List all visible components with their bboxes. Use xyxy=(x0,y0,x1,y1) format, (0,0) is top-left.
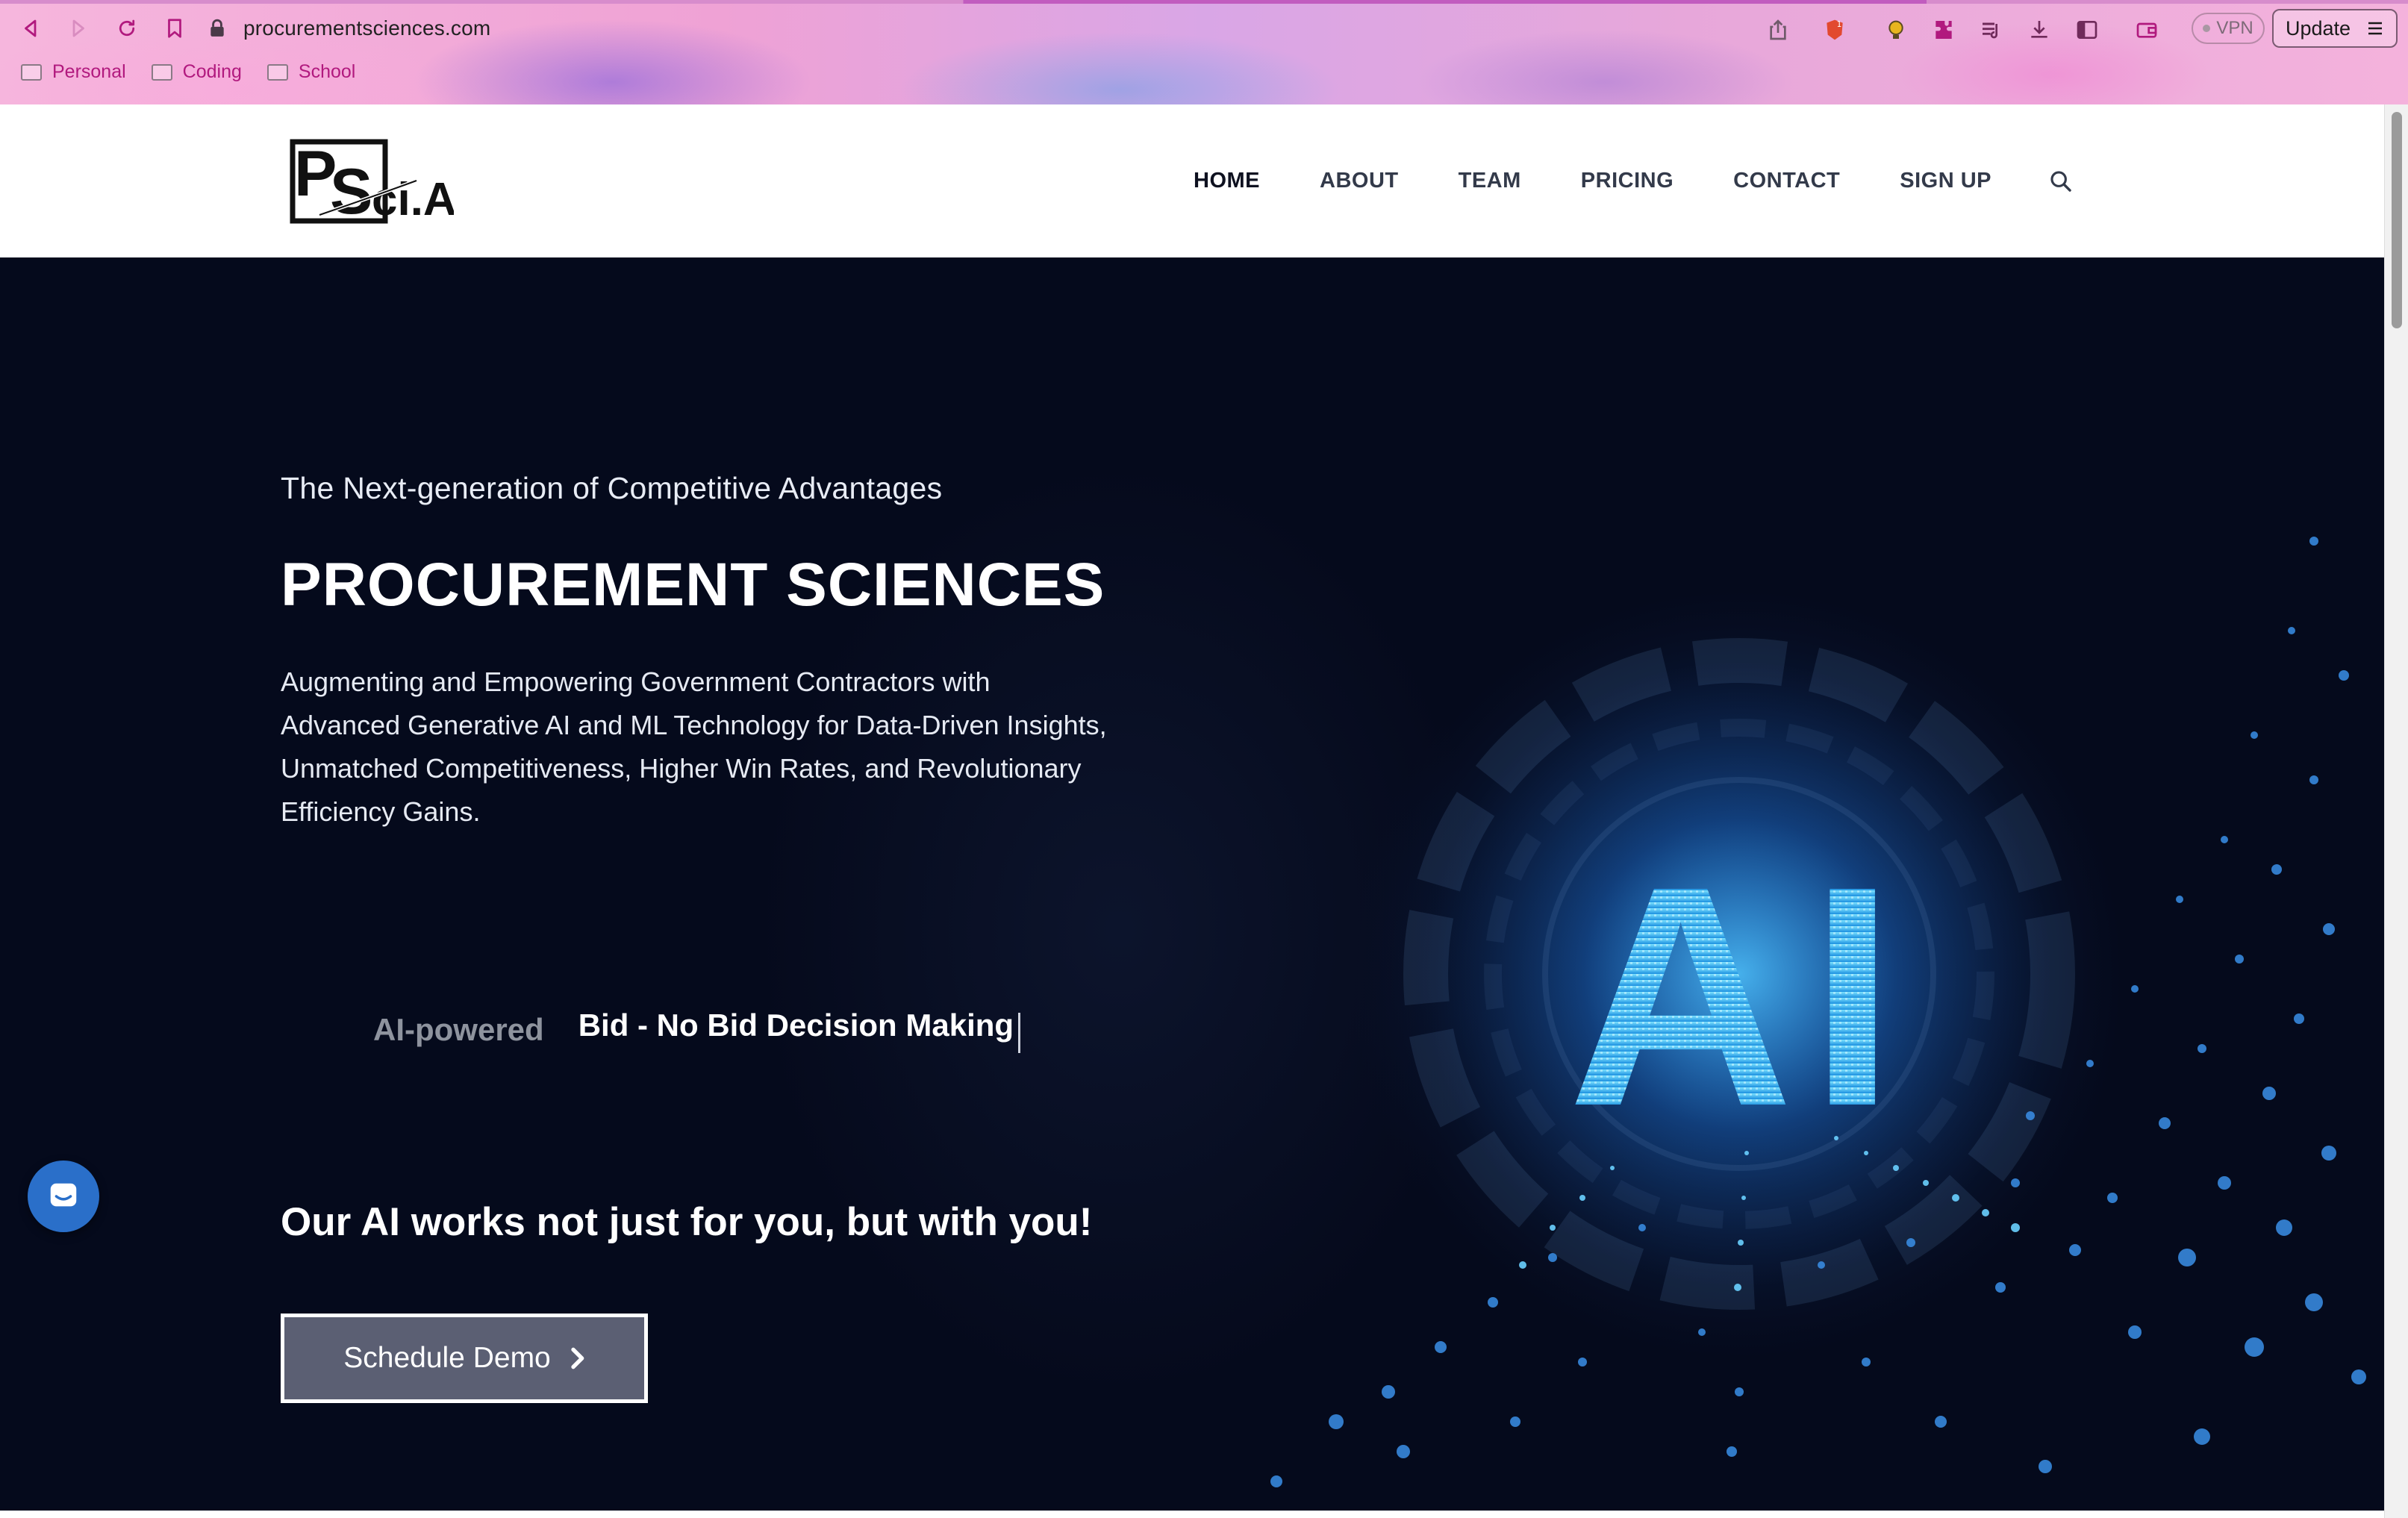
nav-pricing[interactable]: PRICING xyxy=(1581,169,1674,193)
chat-icon xyxy=(50,1183,77,1207)
url-text[interactable]: procurementsciences.com xyxy=(243,16,490,40)
hero-description-line: Unmatched Competitiveness, Higher Win Ra… xyxy=(281,753,1082,784)
svg-text:1: 1 xyxy=(1837,19,1842,29)
tab-strip xyxy=(0,0,2408,4)
update-label: Update xyxy=(2286,16,2351,40)
share-icon[interactable] xyxy=(1763,15,1793,45)
hero-eyebrow: The Next-generation of Competitive Advan… xyxy=(281,471,943,505)
nav-home[interactable]: HOME xyxy=(1194,169,1260,193)
ai-hero-illustration: AI xyxy=(1270,537,2366,1487)
back-icon[interactable] xyxy=(16,13,46,43)
brave-shield-icon[interactable]: 1 xyxy=(1820,15,1850,45)
hero-tagline: Our AI works not just for you, but with … xyxy=(281,1200,1093,1244)
lock-icon xyxy=(209,17,228,40)
lightbulb-icon[interactable] xyxy=(1881,15,1911,45)
nav-about[interactable]: ABOUT xyxy=(1320,169,1399,193)
schedule-demo-label: Schedule Demo xyxy=(343,1342,551,1374)
typed-feature: Bid - No Bid Decision Making xyxy=(578,1008,1021,1053)
hero-description-line: Augmenting and Empowering Government Con… xyxy=(281,666,991,697)
typed-text: Bid - No Bid Decision Making xyxy=(578,1008,1014,1043)
playlist-icon[interactable] xyxy=(1977,15,2006,45)
svg-text:S: S xyxy=(330,156,372,227)
forward-icon[interactable] xyxy=(63,13,93,43)
search-icon[interactable] xyxy=(2048,169,2074,194)
extensions-icon[interactable] xyxy=(1929,15,1959,45)
update-button[interactable]: Update xyxy=(2272,9,2398,48)
nav-sign-up[interactable]: SIGN UP xyxy=(1900,169,1991,193)
page-edge xyxy=(0,1511,2384,1518)
hero-description-line: Efficiency Gains. xyxy=(281,796,481,827)
site-header: P S ci.AI HOME ABOUT TEAM PRICING CONTAC… xyxy=(0,104,2384,257)
bookmark-label: Personal xyxy=(52,61,126,82)
hero-description: Augmenting and Empowering Government Con… xyxy=(281,660,1191,834)
psci-logo[interactable]: P S ci.AI xyxy=(290,137,470,228)
typed-feature-row: AI-powered Bid - No Bid Decision Making xyxy=(373,1008,1021,1053)
reload-icon[interactable] xyxy=(112,13,142,43)
folder-icon xyxy=(21,63,42,81)
page-scrollbar[interactable] xyxy=(2384,104,2408,1518)
vpn-label: VPN xyxy=(2216,18,2253,38)
sidebar-icon[interactable] xyxy=(2072,15,2102,45)
bookmark-school[interactable]: School xyxy=(266,61,356,83)
vpn-toggle[interactable]: VPN xyxy=(2192,13,2265,44)
hero-description-line: Advanced Generative AI and ML Technology… xyxy=(281,710,1107,740)
address-bar[interactable]: procurementsciences.com xyxy=(209,7,2150,49)
vpn-status-dot xyxy=(2203,25,2211,32)
folder-icon xyxy=(151,63,172,81)
schedule-demo-button[interactable]: Schedule Demo xyxy=(281,1314,648,1403)
hero-title: PROCUREMENT SCIENCES xyxy=(281,551,1105,619)
bookmark-label: Coding xyxy=(182,61,242,82)
chat-launcher-button[interactable] xyxy=(28,1161,99,1232)
nav-team[interactable]: TEAM xyxy=(1459,169,1521,193)
chevron-right-icon xyxy=(571,1347,584,1369)
bookmark-label: School xyxy=(298,61,356,82)
wallet-icon[interactable] xyxy=(2132,15,2162,45)
folder-icon xyxy=(266,63,288,81)
download-icon[interactable] xyxy=(2024,15,2054,45)
bookmarks-bar: Personal Coding School xyxy=(21,61,355,83)
bookmark-coding[interactable]: Coding xyxy=(151,61,242,83)
menu-icon xyxy=(2368,22,2382,35)
main-nav: HOME ABOUT TEAM PRICING CONTACT SIGN UP xyxy=(1134,104,2384,257)
typing-cursor xyxy=(1018,1012,1021,1053)
browser-chrome: procurementsciences.com 1 VPN Update Per… xyxy=(0,0,2408,104)
scroll-thumb[interactable] xyxy=(2392,112,2402,328)
hero-section: AI The Next-generation of Competitive Ad… xyxy=(0,257,2384,1518)
typed-prefix: AI-powered xyxy=(373,1012,544,1048)
nav-contact[interactable]: CONTACT xyxy=(1733,169,1840,193)
bookmark-icon[interactable] xyxy=(160,13,190,43)
ai-glyph: AI xyxy=(1568,822,1911,1172)
bookmark-personal[interactable]: Personal xyxy=(21,61,126,83)
